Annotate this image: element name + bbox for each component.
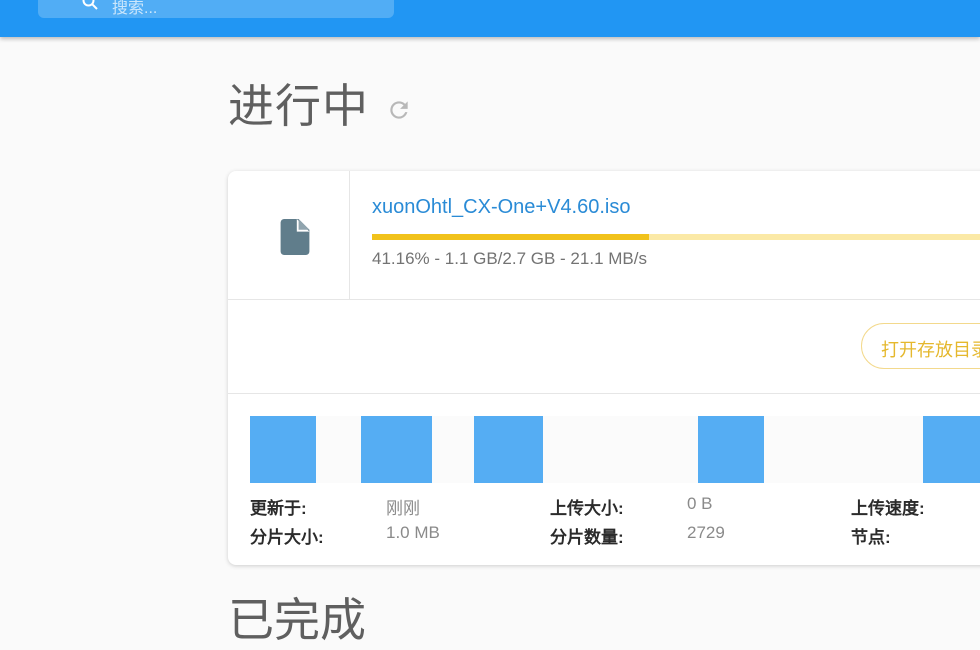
download-task-card: xuonOhtl_CX-One+V4.60.iso 41.16% - 1.1 G… (228, 171, 980, 565)
nodes-label: 节点: (851, 528, 891, 547)
in-progress-title: 进行中 (228, 80, 369, 132)
piece-block (474, 416, 543, 483)
progress-text: 41.16% - 1.1 GB/2.7 GB - 21.1 MB/s (372, 249, 647, 268)
open-folder-label: 打开存放目录 (881, 340, 980, 360)
piece-block (250, 416, 316, 483)
download-progress-bar (372, 234, 980, 240)
piece-block (698, 416, 764, 483)
upload-size-label: 上传大小: (550, 499, 624, 518)
updated-value: 刚刚 (386, 499, 420, 518)
divider (228, 393, 980, 394)
app-bar: 搜索... (0, 0, 980, 37)
piece-block (923, 416, 980, 483)
search-placeholder: 搜索... (112, 0, 158, 17)
upload-size-value: 0 B (687, 494, 713, 513)
updated-label: 更新于: (250, 499, 307, 518)
open-folder-button[interactable]: 打开存放目录 (861, 323, 980, 369)
piece-count-value: 2729 (687, 523, 725, 542)
piece-size-value: 1.0 MB (386, 523, 440, 542)
file-name-link[interactable]: xuonOhtl_CX-One+V4.60.iso (372, 196, 631, 219)
piece-size-label: 分片大小: (250, 528, 324, 547)
piece-block (361, 416, 432, 483)
piece-count-label: 分片数量: (550, 528, 624, 547)
file-icon-cell (228, 171, 350, 299)
completed-title: 已完成 (228, 594, 366, 646)
search-icon (82, 0, 98, 10)
refresh-icon[interactable] (386, 97, 412, 123)
piece-map (250, 416, 980, 483)
file-icon (280, 219, 310, 255)
upload-speed-label: 上传速度: (851, 499, 925, 518)
divider (228, 299, 980, 300)
search-input[interactable]: 搜索... (38, 0, 394, 18)
download-progress-fill (372, 234, 649, 240)
